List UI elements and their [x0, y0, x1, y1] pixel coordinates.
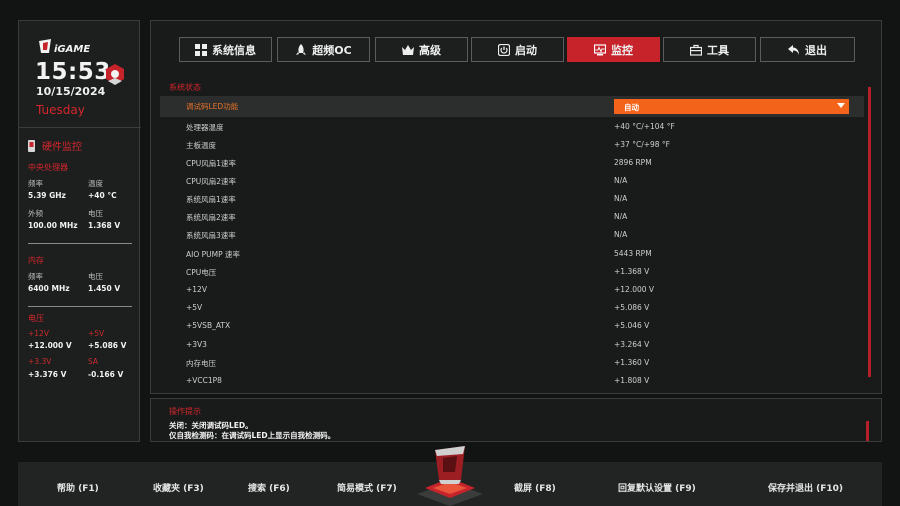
- clock-time: 15:53: [35, 59, 111, 85]
- help-text-line: 仅自我检测码：在调试码LED上显示自我检测码。: [169, 431, 336, 440]
- divider: [28, 243, 132, 244]
- list-item: 内存电压 +1.360 V: [186, 358, 650, 368]
- list-item: +VCC1P8 +1.808 V: [186, 376, 650, 385]
- sa-value: -0.166 V: [88, 370, 124, 379]
- mem-freq-value: 6400 MHz: [28, 284, 70, 293]
- power-icon: [498, 43, 510, 56]
- sa-label: SA: [88, 357, 99, 366]
- tab-exit[interactable]: 退出: [760, 37, 855, 62]
- cpu-temp-label: 温度: [88, 179, 103, 188]
- v12-label: +12V: [28, 329, 49, 338]
- help-panel: 操作提示 关闭：关闭调试码LED。 仅自我检测码：在调试码LED上显示自我检测码…: [150, 398, 882, 442]
- save-exit-button[interactable]: 保存并退出 (F10): [768, 481, 843, 494]
- list-item: 系统风扇2速率 N/A: [186, 212, 628, 222]
- list-item: 处理器温度 +40 °C/+104 °F: [186, 122, 675, 132]
- cpu-temp-value: +40 °C: [88, 191, 117, 200]
- v33-label: +3.3V: [28, 357, 52, 366]
- divider: [28, 306, 132, 307]
- clock-date: 10/15/2024: [36, 85, 106, 98]
- v5-value: +5.086 V: [88, 341, 127, 350]
- tab-system-info[interactable]: 系统信息: [179, 37, 272, 62]
- list-item: +12V +12.000 V: [186, 285, 655, 294]
- tab-monitor[interactable]: 监控: [567, 37, 660, 62]
- cpu-freq-value: 5.39 GHz: [28, 191, 66, 200]
- tab-boot[interactable]: 启动: [471, 37, 564, 62]
- tab-overclock[interactable]: 超频OC: [277, 37, 370, 62]
- list-item: +5VSB_ATX +5.046 V: [186, 321, 650, 330]
- cpu-bclk-label: 外频: [28, 209, 43, 218]
- search-button[interactable]: 搜索 (F6): [248, 481, 290, 494]
- screenshot-button[interactable]: 截屏 (F8): [514, 481, 556, 494]
- led-debug-select[interactable]: 自动: [614, 99, 849, 114]
- clock-weekday: Tuesday: [36, 103, 85, 117]
- cpu-section-title: 中央处理器: [28, 163, 68, 172]
- hw-monitor-title: 硬件监控: [27, 138, 82, 153]
- help-title: 操作提示: [169, 407, 201, 416]
- v33-value: +3.376 V: [28, 370, 67, 379]
- monitor-icon: [594, 43, 606, 55]
- list-item: CPU风扇2速率 N/A: [186, 176, 628, 186]
- gear-badge-icon: [106, 64, 124, 85]
- crown-icon: [402, 44, 414, 55]
- v12-value: +12.000 V: [28, 341, 72, 350]
- mem-volt-label: 电压: [88, 272, 103, 281]
- led-debug-row[interactable]: 调试码LED功能 自动: [160, 96, 864, 117]
- list-item: +5V +5.086 V: [186, 303, 650, 312]
- list-item: 系统风扇1速率 N/A: [186, 194, 628, 204]
- toolbox-icon: [690, 44, 702, 56]
- list-item: AIO PUMP 速率 5443 RPM: [186, 249, 652, 259]
- left-sidebar: iGAME 15:53 10/15/2024 Tuesday 硬件监控 中央处理…: [18, 20, 141, 442]
- igame-logo: iGAME: [39, 39, 90, 55]
- restore-defaults-button[interactable]: 回复默认设置 (F9): [618, 481, 696, 494]
- favorites-button[interactable]: 收藏夹 (F3): [153, 481, 204, 494]
- chevron-down-icon: [837, 103, 845, 108]
- grid-icon: [195, 43, 207, 56]
- easy-mode-button[interactable]: 简易模式 (F7): [337, 481, 397, 494]
- list-item: +3V3 +3.264 V: [186, 340, 650, 349]
- help-button[interactable]: 帮助 (F1): [57, 481, 99, 494]
- v5-label: +5V: [88, 329, 105, 338]
- section-title: 系统状态: [169, 83, 201, 92]
- mem-freq-label: 频率: [28, 272, 43, 281]
- scrollbar-thumb[interactable]: [868, 87, 871, 377]
- mem-volt-value: 1.450 V: [88, 284, 121, 293]
- igame-emblem-icon: [417, 446, 483, 506]
- tab-advanced[interactable]: 高级: [375, 37, 468, 62]
- tab-tools[interactable]: 工具: [663, 37, 756, 62]
- rocket-icon: [296, 43, 307, 55]
- cpu-freq-label: 频率: [28, 179, 43, 188]
- main-panel: 系统信息 超频OC 高级 启动 监控 工具 退出 系统状态 调试码LED功能 自…: [150, 20, 882, 394]
- list-item: 系统风扇3速率 N/A: [186, 230, 628, 240]
- return-icon: [788, 44, 799, 55]
- cpu-bclk-value: 100.00 MHz: [28, 221, 78, 230]
- hw-monitor-icon: [28, 139, 35, 152]
- memory-section-title: 内存: [28, 256, 44, 265]
- list-item: 主板温度 +37 °C/+98 °F: [186, 140, 671, 150]
- list-item: CPU风扇1速率 2896 RPM: [186, 158, 652, 168]
- list-item: CPU电压 +1.368 V: [186, 267, 650, 277]
- divider: [19, 127, 141, 128]
- led-debug-label: 调试码LED功能: [186, 102, 239, 111]
- svg-text:iGAME: iGAME: [54, 44, 90, 55]
- help-scrollbar[interactable]: [866, 421, 869, 441]
- voltage-section-title: 电压: [28, 314, 44, 323]
- cpu-volt-value: 1.368 V: [88, 221, 121, 230]
- cpu-volt-label: 电压: [88, 209, 103, 218]
